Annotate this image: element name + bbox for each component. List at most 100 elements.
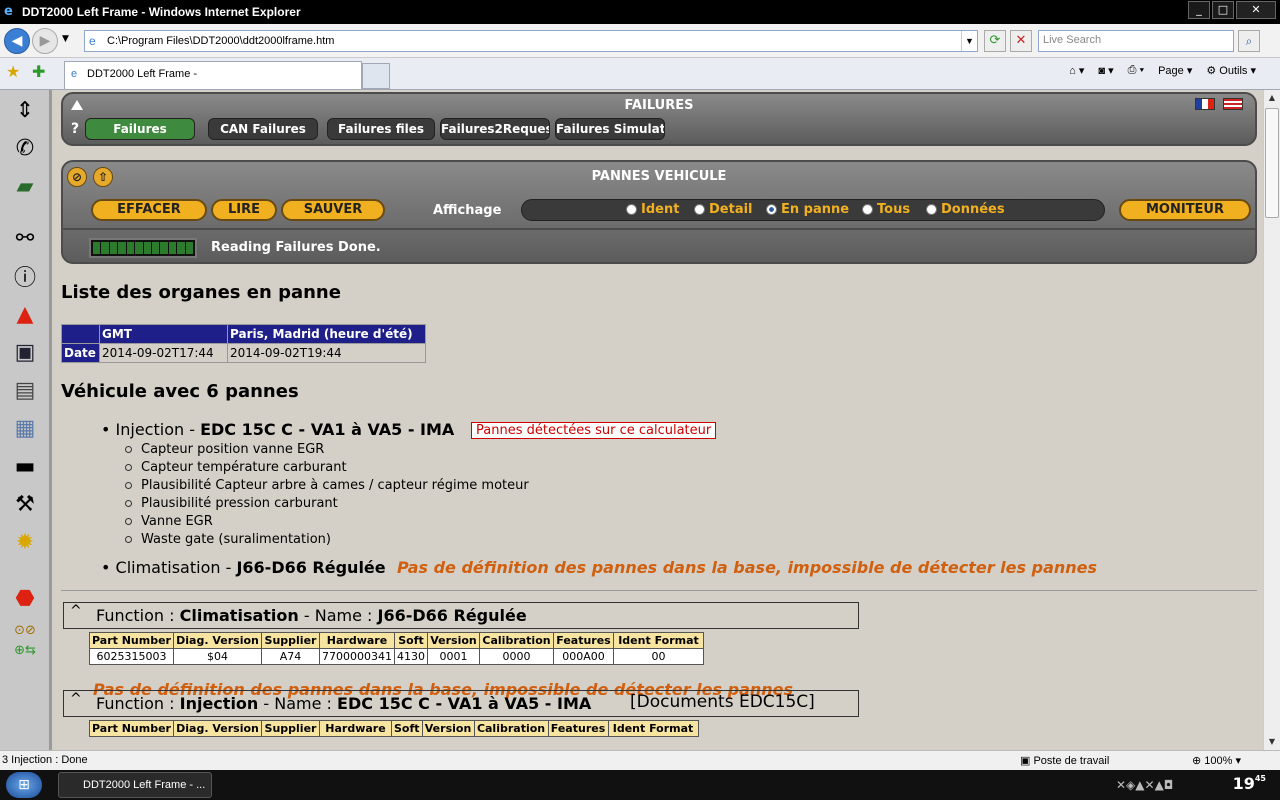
french-flag-icon[interactable] [1195, 98, 1215, 110]
ident-table-clim: Part Number Diag. Version Supplier Hardware… [89, 632, 704, 665]
tab-ddt2000[interactable]: e DDT2000 Left Frame - [64, 61, 362, 89]
affichage-label: Affichage [433, 203, 502, 218]
tab-failures[interactable]: Failures [85, 118, 195, 140]
tab-bar: ★ ✚ e DDT2000 Left Frame - ⌂ ▾ ◙ ▾ ⎙ ▾ P… [0, 58, 1280, 90]
injection-item: • Injection - EDC 15C C - VA1 à VA5 - IM… [101, 420, 455, 439]
add-favorite-icon[interactable]: ✚ [32, 62, 45, 81]
clim-name: J66-D66 Régulée [236, 558, 386, 577]
function-box-injection: ^ Function : Injection - Name : EDC 15C … [63, 690, 859, 717]
tools-menu[interactable]: ⚙ Outils ▾ [1206, 64, 1256, 77]
feeds-icon[interactable]: ◙ ▾ [1098, 64, 1113, 77]
ident-table-injection: Part Number Diag. Version Supplier Hardware… [89, 720, 699, 737]
help-icon[interactable]: ? [71, 121, 79, 137]
forward-button[interactable]: ▶ [32, 28, 58, 54]
scroll-arrows-icon[interactable]: ⇕ [8, 94, 42, 126]
failures-title: FAILURES [624, 98, 694, 113]
radio-dot [694, 204, 705, 215]
scroll-thumb[interactable] [1265, 108, 1279, 218]
radio-ident[interactable]: Ident [626, 202, 679, 217]
lire-button[interactable]: LIRE [211, 199, 277, 221]
chip-icon[interactable]: ▬ [8, 450, 42, 482]
list-item: Plausibilité pression carburant [125, 496, 338, 511]
sauver-button[interactable]: SAUVER [281, 199, 385, 221]
display-mode-group: Ident Detail En panne Tous Données [521, 199, 1105, 221]
radio-detail[interactable]: Detail [694, 202, 753, 217]
tray-icons[interactable]: ✕◈▲✕▲◘ [1116, 778, 1173, 792]
tab-failures-files[interactable]: Failures files [327, 118, 435, 140]
close-button[interactable]: ✕ [1236, 1, 1276, 19]
print-icon[interactable]: ⎙ ▾ [1128, 64, 1144, 77]
radio-tous[interactable]: Tous [862, 202, 910, 217]
radio-dot-selected [766, 204, 777, 215]
home-icon[interactable]: ⌂ ▾ [1069, 64, 1084, 77]
page-heading: Liste des organes en panne [61, 282, 341, 303]
gmt-value: 2014-09-02T17:44 [99, 343, 228, 363]
taskbar-item-ie[interactable]: DDT2000 Left Frame - ... [58, 772, 212, 798]
maximize-button[interactable]: □ [1212, 1, 1234, 19]
documents-link[interactable]: [Documents EDC15C] [630, 692, 815, 712]
us-flag-icon[interactable] [1223, 98, 1243, 110]
tab-can-failures[interactable]: CAN Failures [208, 118, 318, 140]
table-row: 6025315003 $04 A74 7700000341 4130 0001 0000 00… [89, 648, 704, 665]
ie-logo-icon: e [4, 4, 13, 19]
tools-icon[interactable]: ⚒ [8, 488, 42, 520]
list-item: Capteur température carburant [125, 460, 347, 475]
address-dropdown-icon[interactable]: ▼ [961, 31, 977, 51]
radio-dot [926, 204, 937, 215]
tab-failures-simulator[interactable]: Failures Simulator [555, 118, 665, 140]
local-value: 2014-09-02T19:44 [227, 343, 426, 363]
moniteur-button[interactable]: MONITEUR [1119, 199, 1251, 221]
refresh-button[interactable]: ⟳ [984, 30, 1006, 52]
stop-sign-icon[interactable]: ⬣ [8, 582, 42, 614]
page-menu[interactable]: Page ▾ [1158, 64, 1192, 77]
clim-item: • Climatisation - J66-D66 Régulée [101, 558, 386, 577]
tab-label: DDT2000 Left Frame - [87, 68, 198, 80]
warning-icon[interactable]: ▲ [8, 298, 42, 330]
scroll-up-icon[interactable]: ▲ [1264, 90, 1280, 106]
minimize-button[interactable]: _ [1188, 1, 1210, 19]
zone-text: ▣ Poste de travail [1020, 755, 1110, 767]
new-tab-button[interactable] [362, 63, 390, 89]
graph-icon[interactable]: ▤ [8, 374, 42, 406]
favorites-star-icon[interactable]: ★ [6, 62, 20, 81]
settings-gear-icon[interactable]: ✹ [8, 526, 42, 558]
back-button[interactable]: ◀ [4, 28, 30, 54]
date-table-corner [61, 324, 100, 344]
list-item: Plausibilité Capteur arbre à cames / cap… [125, 478, 529, 493]
collapse-caret-icon[interactable]: ^ [70, 603, 82, 619]
info-icon[interactable]: ⓘ [8, 260, 42, 292]
collapse-caret-icon[interactable]: ^ [70, 691, 82, 707]
clock[interactable]: 1945 [1233, 774, 1266, 793]
back-arrow-icon[interactable]: ⊕⇆ [8, 634, 42, 666]
list-item: Capteur position vanne EGR [125, 442, 324, 457]
phone-icon[interactable]: ✆ [8, 132, 42, 164]
address-field[interactable]: e C:\Program Files\DDT2000\ddt2000lframe… [84, 30, 978, 52]
radio-donnees[interactable]: Données [926, 202, 1005, 217]
stop-button[interactable]: ✕ [1010, 30, 1032, 52]
controls-icon[interactable]: ▦ [8, 412, 42, 444]
address-text: C:\Program Files\DDT2000\ddt2000lframe.h… [107, 35, 335, 47]
history-dropdown-icon[interactable]: ▼ [62, 34, 69, 44]
tab-failures2request[interactable]: Failures2Request [440, 118, 550, 140]
search-input[interactable]: Live Search [1038, 30, 1234, 52]
start-button[interactable]: ⊞ [6, 772, 42, 798]
progress-bar [89, 238, 197, 258]
tab-ie-icon: e [71, 68, 78, 80]
gmt-header: GMT [99, 324, 228, 344]
radio-en-panne[interactable]: En panne [766, 202, 849, 217]
binoculars-icon[interactable]: ⚯ [8, 222, 42, 254]
vehicle-heading: Véhicule avec 6 pannes [61, 381, 299, 402]
zoom-control[interactable]: ⊕ 100% ▾ [1192, 754, 1241, 767]
screen-icon[interactable]: ▣ [8, 336, 42, 368]
vertical-scrollbar[interactable]: ▲ ▼ [1263, 90, 1280, 750]
taskbar: ⊞ DDT2000 Left Frame - ... ✕◈▲✕▲◘ 1945 [0, 770, 1280, 800]
page-content: FAILURES ? Failures CAN Failures Failure… [55, 90, 1263, 750]
address-toolbar: ◀ ▶ ▼ e C:\Program Files\DDT2000\ddt2000… [0, 24, 1280, 58]
window-title: DDT2000 Left Frame - Windows Internet Ex… [22, 5, 301, 19]
window-titlebar: e DDT2000 Left Frame - Windows Internet … [0, 0, 1280, 24]
search-button[interactable]: ⌕ [1238, 30, 1260, 52]
usb-interface-icon[interactable]: ▰ [8, 170, 42, 202]
effacer-button[interactable]: EFFACER [91, 199, 207, 221]
scroll-down-icon[interactable]: ▼ [1264, 734, 1280, 750]
list-item: Waste gate (suralimentation) [125, 532, 331, 547]
